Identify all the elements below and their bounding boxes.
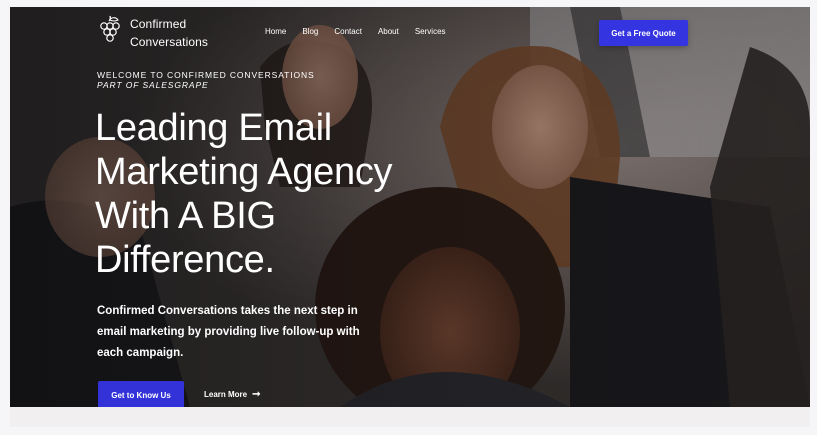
hero-headline: Leading Email Marketing Agency With A BI… (95, 107, 393, 281)
brand-name-line1: Confirmed (130, 17, 187, 31)
brand-name: Confirmed Conversations (130, 15, 208, 51)
nav-item-home[interactable]: Home (265, 27, 286, 36)
learn-more-label: Learn More (204, 390, 248, 399)
nav-item-services[interactable]: Services (415, 27, 446, 36)
nav-item-contact[interactable]: Contact (334, 27, 362, 36)
brand-logo[interactable]: Confirmed Conversations (98, 15, 208, 51)
nav-item-blog[interactable]: Blog (302, 27, 318, 36)
get-to-know-us-button[interactable]: Get to Know Us (98, 381, 184, 407)
main-menu: Home Blog Contact About Services (265, 27, 446, 36)
get-free-quote-button[interactable]: Get a Free Quote (599, 20, 688, 46)
eyebrow-subtext: PART OF SALESGRAPE (97, 80, 209, 90)
nav-item-about[interactable]: About (378, 27, 399, 36)
brand-name-line2: Conversations (130, 35, 209, 49)
hero-section: Confirmed Conversations Home Blog Contac… (10, 7, 810, 407)
hero-description: Confirmed Conversations takes the next s… (97, 305, 360, 359)
arrow-right-icon: ➞ (252, 389, 261, 400)
top-navigation: Confirmed Conversations Home Blog Contac… (10, 7, 810, 63)
hero-eyebrow: WELCOME TO CONFIRMED CONVERSATIONS PART … (97, 70, 315, 90)
grape-cluster-icon (100, 15, 120, 42)
learn-more-link[interactable]: Learn More ➞ (204, 389, 261, 400)
page-footer-strip (10, 407, 810, 427)
eyebrow-text: WELCOME TO CONFIRMED CONVERSATIONS (97, 70, 315, 80)
